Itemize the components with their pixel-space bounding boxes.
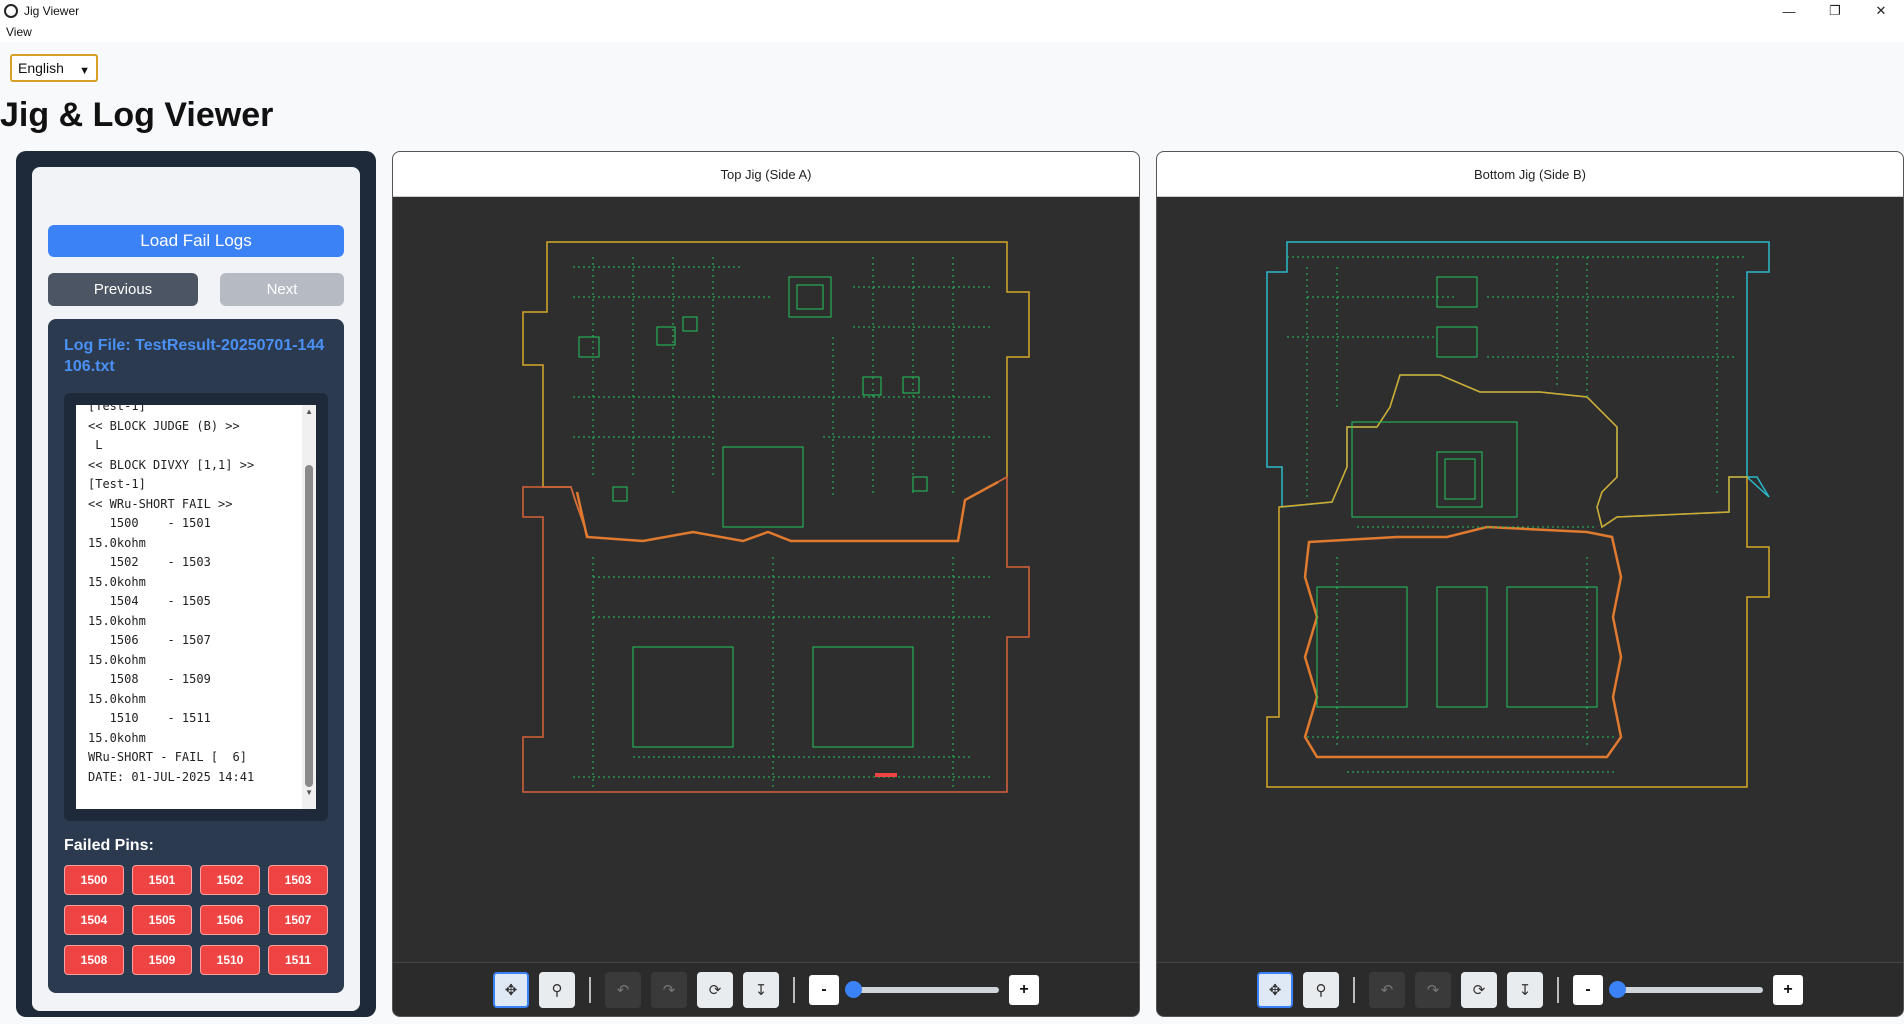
scroll-thumb[interactable] (305, 465, 313, 787)
failed-pin-button[interactable]: 1504 (64, 905, 124, 935)
failed-pin-button[interactable]: 1501 (132, 865, 192, 895)
undo-icon[interactable]: ↶ (605, 971, 641, 1008)
log-text: [Test-1] << BLOCK JUDGE (B) >> L << BLOC… (88, 405, 255, 784)
toolbar-divider (589, 976, 591, 1003)
pan-icon[interactable]: ✥ (1257, 971, 1293, 1008)
log-panel: Log File: TestResult-20250701-144106.txt… (48, 319, 344, 993)
zoom-in-button[interactable]: + (1773, 974, 1803, 1005)
top-jig-viewer: Top Jig (Side A) ✥ ⚲ ↶ ↷ ⟳ ↧ - + (392, 151, 1140, 1017)
zoom-slider[interactable] (845, 980, 999, 998)
zoom-slider[interactable] (1609, 980, 1763, 998)
load-fail-logs-button[interactable]: Load Fail Logs (48, 225, 344, 257)
reset-icon[interactable]: ⟳ (697, 971, 733, 1008)
menu-view[interactable]: View (6, 25, 32, 39)
menu-bar: View (0, 22, 1904, 42)
failed-pin-button[interactable]: 1503 (268, 865, 328, 895)
log-box-frame: [Test-1] << BLOCK JUDGE (B) >> L << BLOC… (64, 393, 328, 821)
failed-pin-button[interactable]: 1509 (132, 945, 192, 975)
top-jig-toolbar: ✥ ⚲ ↶ ↷ ⟳ ↧ - + (393, 962, 1139, 1016)
bottom-jig-title: Bottom Jig (Side B) (1157, 152, 1903, 197)
close-icon[interactable]: ✕ (1858, 0, 1904, 22)
toolbar-divider (1557, 976, 1559, 1003)
failed-pin-button[interactable]: 1507 (268, 905, 328, 935)
bottom-jig-toolbar: ✥ ⚲ ↶ ↷ ⟳ ↧ - + (1157, 962, 1903, 1016)
failed-pin-button[interactable]: 1500 (64, 865, 124, 895)
failed-pins-title: Failed Pins: (64, 837, 154, 854)
failed-pin-button[interactable]: 1502 (200, 865, 260, 895)
failed-pin-button[interactable]: 1506 (200, 905, 260, 935)
failed-pin-button[interactable]: 1508 (64, 945, 124, 975)
download-icon[interactable]: ↧ (743, 971, 779, 1008)
pan-icon[interactable]: ✥ (493, 971, 529, 1008)
zoom-icon[interactable]: ⚲ (1303, 971, 1339, 1008)
zoom-slider-knob[interactable] (845, 980, 862, 998)
scroll-up-icon[interactable]: ▲ (305, 407, 313, 416)
sidebar-panel: Load Fail Logs Previous Next Log File: T… (32, 167, 360, 1011)
next-button[interactable]: Next (220, 273, 344, 306)
log-textarea[interactable]: [Test-1] << BLOCK JUDGE (B) >> L << BLOC… (76, 405, 316, 809)
failed-pin-button[interactable]: 1511 (268, 945, 328, 975)
language-select[interactable]: English ▼ (10, 54, 98, 82)
app-icon (4, 4, 18, 18)
reset-icon[interactable]: ⟳ (1461, 971, 1497, 1008)
zoom-out-button[interactable]: - (1573, 974, 1603, 1005)
log-file-label: Log File: TestResult-20250701-144106.txt (64, 337, 325, 375)
highlight-marker (875, 773, 897, 777)
failed-pin-button[interactable]: 1510 (200, 945, 260, 975)
top-jig-canvas[interactable] (393, 197, 1139, 962)
zoom-icon[interactable]: ⚲ (539, 971, 575, 1008)
board-outline (1266, 241, 1770, 788)
chevron-down-icon: ▼ (79, 65, 90, 77)
sidebar: Load Fail Logs Previous Next Log File: T… (16, 151, 376, 1017)
window-controls: — ❐ ✕ (1766, 0, 1904, 22)
page-title: Jig & Log Viewer (0, 96, 274, 134)
zoom-in-button[interactable]: + (1009, 974, 1039, 1005)
failed-pin-button[interactable]: 1505 (132, 905, 192, 935)
top-jig-title: Top Jig (Side A) (393, 152, 1139, 197)
window-title: Jig Viewer (24, 4, 80, 18)
redo-icon[interactable]: ↷ (1415, 971, 1451, 1008)
language-selected: English (18, 60, 64, 76)
download-icon[interactable]: ↧ (1507, 971, 1543, 1008)
minimize-icon[interactable]: — (1766, 0, 1812, 22)
toolbar-divider (793, 976, 795, 1003)
failed-pins-grid: 1500 1501 1502 1503 1504 1505 1506 1507 … (64, 865, 328, 975)
zoom-out-button[interactable]: - (809, 974, 839, 1005)
scroll-down-icon[interactable]: ▼ (305, 788, 313, 797)
undo-icon[interactable]: ↶ (1369, 971, 1405, 1008)
zoom-slider-knob[interactable] (1609, 980, 1626, 998)
redo-icon[interactable]: ↷ (651, 971, 687, 1008)
restore-icon[interactable]: ❐ (1812, 0, 1858, 22)
toolbar-divider (1353, 976, 1355, 1003)
pcb-traces (573, 257, 993, 787)
bottom-jig-viewer: Bottom Jig (Side B) ✥ ⚲ ↶ ↷ ⟳ ↧ - + (1156, 151, 1904, 1017)
title-bar: Jig Viewer — ❐ ✕ (0, 0, 1904, 22)
log-scrollbar[interactable]: ▲ ▼ (302, 405, 316, 809)
previous-button[interactable]: Previous (48, 273, 198, 306)
bottom-jig-canvas[interactable] (1157, 197, 1903, 962)
